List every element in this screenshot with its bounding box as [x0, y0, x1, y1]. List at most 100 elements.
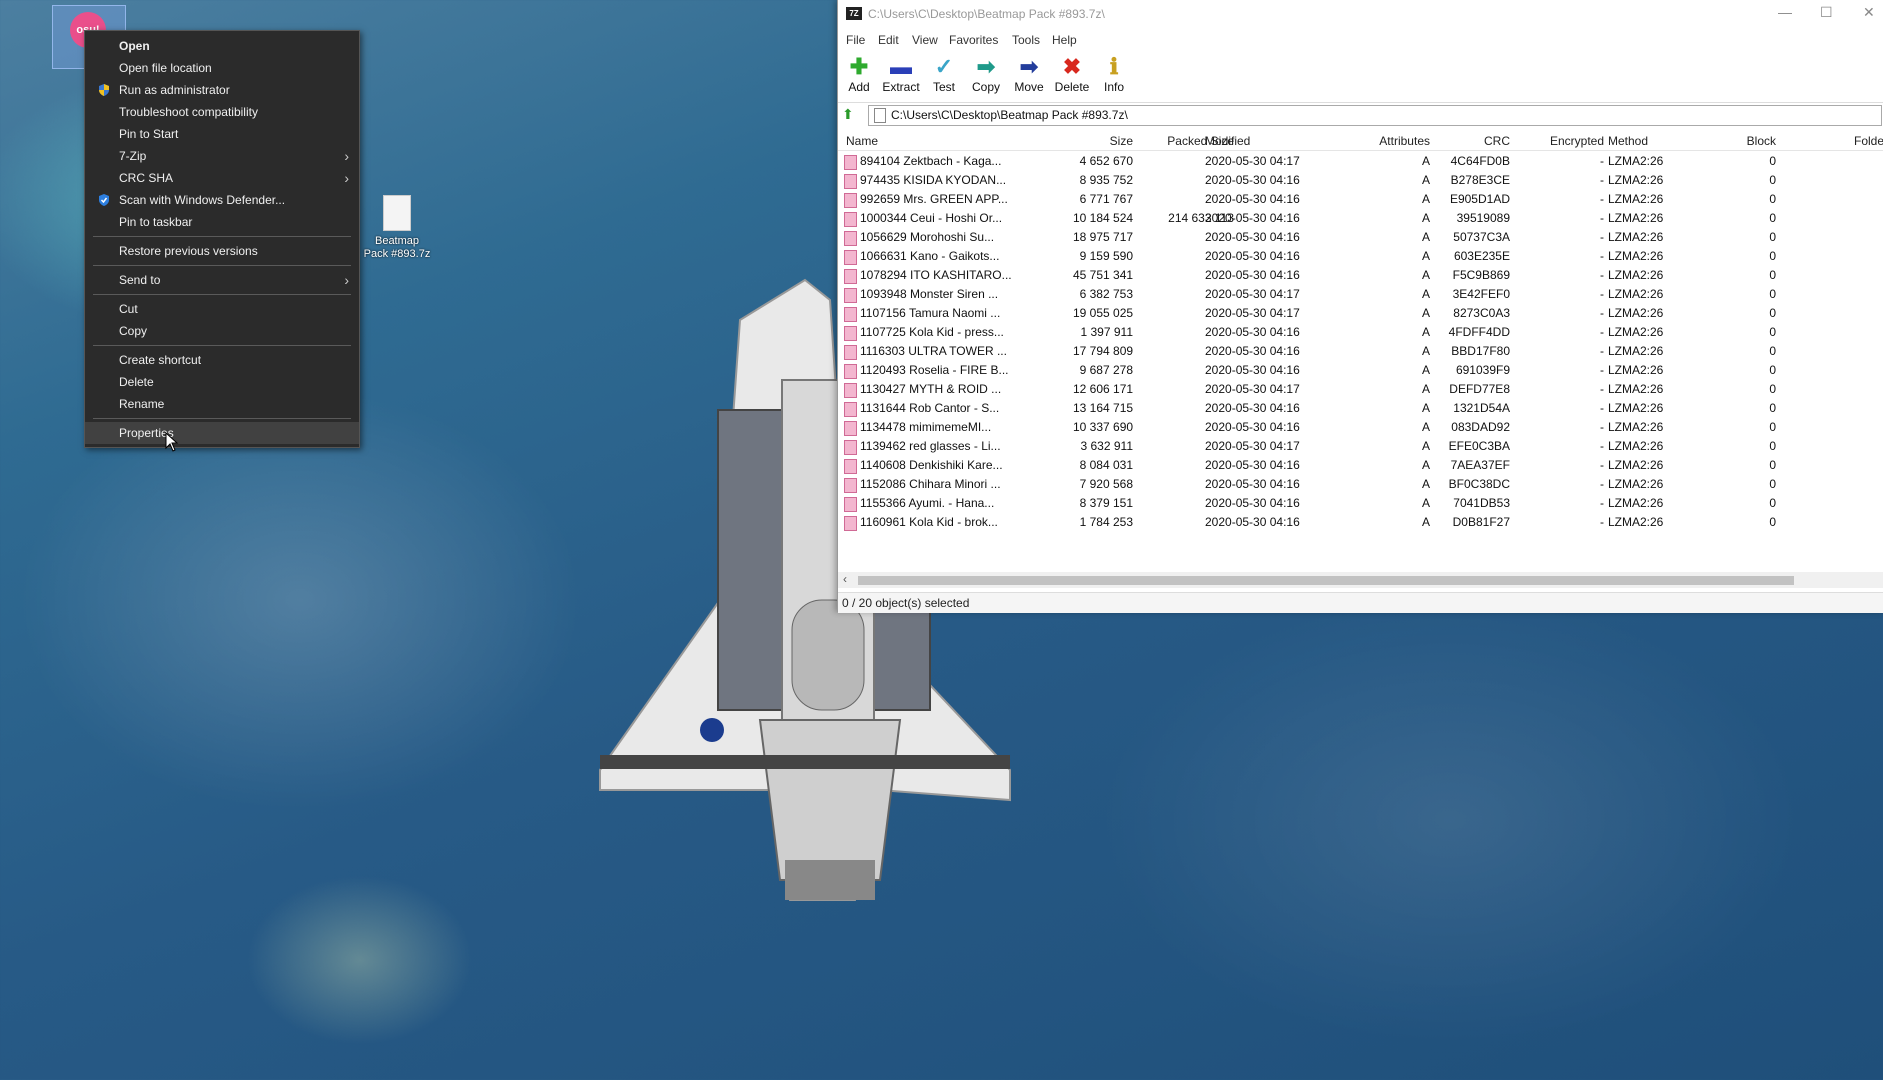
column-header-method[interactable]: Method: [1608, 134, 1648, 148]
osz-file-icon: [844, 402, 857, 417]
beatmap-pack-desktop-file[interactable]: Beatmap Pack #893.7z: [360, 195, 434, 261]
menu-item-scan-windows-defender[interactable]: Scan with Windows Defender...: [85, 189, 359, 211]
minimize-button[interactable]: —: [1778, 4, 1792, 20]
menu-file[interactable]: File: [846, 33, 865, 47]
menu-item-crc-sha[interactable]: CRC SHA ›: [85, 167, 359, 189]
table-row[interactable]: 1155366 Ayumi. - Hana... 8 379 151 2020-05…: [838, 494, 1883, 513]
extract-button[interactable]: ▬ Extract: [880, 54, 922, 100]
cell-crc: 7041DB53: [1453, 496, 1510, 510]
scrollbar-thumb[interactable]: [858, 576, 1794, 585]
menu-tools[interactable]: Tools: [1012, 33, 1040, 47]
menu-item-pin-to-taskbar[interactable]: Pin to taskbar: [85, 211, 359, 233]
menu-item-send-to[interactable]: Send to ›: [85, 269, 359, 291]
file-icon: [383, 195, 411, 231]
cell-modified: 2020-05-30 04:16: [1205, 344, 1300, 358]
table-row[interactable]: 1000344 Ceui - Hoshi Or... 10 184 524 214 …: [838, 209, 1883, 228]
cell-modified: 2020-05-30 04:17: [1205, 154, 1300, 168]
column-header-folders[interactable]: Folders: [1854, 134, 1883, 148]
table-row[interactable]: 1078294 ITO KASHITARO... 45 751 341 2020-0…: [838, 266, 1883, 285]
table-row[interactable]: 974435 KISIDA KYODAN... 8 935 752 2020-05-…: [838, 171, 1883, 190]
column-header-encrypted[interactable]: Encrypted: [1518, 134, 1604, 148]
info-button[interactable]: ℹ Info: [1093, 54, 1135, 100]
cell-block: 0: [1769, 192, 1776, 206]
table-row[interactable]: 1107156 Tamura Naomi ... 19 055 025 2020-0…: [838, 304, 1883, 323]
cell-attributes: A: [1421, 458, 1430, 472]
maximize-button[interactable]: ☐: [1820, 4, 1833, 21]
cell-size: 4 652 670: [1079, 154, 1133, 168]
column-header-crc[interactable]: CRC: [1438, 134, 1510, 148]
table-row[interactable]: 1093948 Monster Siren ... 6 382 753 2020-0…: [838, 285, 1883, 304]
menu-item-cut[interactable]: Cut: [85, 298, 359, 320]
cell-attributes: A: [1421, 401, 1430, 415]
column-header-block[interactable]: Block: [1718, 134, 1776, 148]
column-header-name[interactable]: Name: [846, 134, 878, 148]
table-row[interactable]: 1120493 Roselia - FIRE B... 9 687 278 2020…: [838, 361, 1883, 380]
menu-view[interactable]: View: [912, 33, 938, 47]
menu-favorites[interactable]: Favorites: [949, 33, 998, 47]
cell-size: 9 159 590: [1079, 249, 1133, 263]
osz-file-icon: [844, 155, 857, 170]
table-row[interactable]: 1140608 Denkishiki Kare... 8 084 031 2020-…: [838, 456, 1883, 475]
folder-up-icon[interactable]: ⬆: [842, 106, 854, 123]
menu-edit[interactable]: Edit: [878, 33, 899, 47]
table-row[interactable]: 1131644 Rob Cantor - S... 13 164 715 2020-…: [838, 399, 1883, 418]
table-row[interactable]: 1152086 Chihara Minori ... 7 920 568 2020-…: [838, 475, 1883, 494]
move-button[interactable]: ➡ Move: [1008, 54, 1050, 100]
table-row[interactable]: 992659 Mrs. GREEN APP... 6 771 767 2020-05…: [838, 190, 1883, 209]
cell-name: 1120493 Roselia - FIRE B...: [860, 363, 1009, 377]
menu-item-create-shortcut[interactable]: Create shortcut: [85, 349, 359, 371]
table-row[interactable]: 1134478 mimimemeMI... 10 337 690 2020-05-3…: [838, 418, 1883, 437]
move-label: Move: [1014, 80, 1044, 94]
menu-item-rename[interactable]: Rename: [85, 393, 359, 415]
cell-block: 0: [1769, 458, 1776, 472]
cell-size: 8 379 151: [1079, 496, 1133, 510]
table-row[interactable]: 1130427 MYTH & ROID ... 12 606 171 2020-05…: [838, 380, 1883, 399]
add-button[interactable]: ✚ Add: [838, 54, 880, 100]
menu-item-open-file-location[interactable]: Open file location: [85, 57, 359, 79]
table-row[interactable]: 1160961 Kola Kid - brok... 1 784 253 2020-…: [838, 513, 1883, 532]
menu-help[interactable]: Help: [1052, 33, 1077, 47]
menu-item-delete[interactable]: Delete: [85, 371, 359, 393]
osz-file-icon: [844, 440, 857, 455]
move-arrow-icon: ➡: [1019, 54, 1039, 79]
column-header-attributes[interactable]: Attributes: [1330, 134, 1430, 148]
cell-crc: 8273C0A3: [1453, 306, 1510, 320]
table-row[interactable]: 1056629 Morohoshi Su... 18 975 717 2020-05…: [838, 228, 1883, 247]
horizontal-scrollbar[interactable]: ‹: [838, 572, 1883, 588]
table-row[interactable]: 1066631 Kano - Gaikots... 9 159 590 2020-0…: [838, 247, 1883, 266]
cell-modified: 2020-05-30 04:17: [1205, 306, 1300, 320]
menu-item-run-as-administrator[interactable]: Run as administrator: [85, 79, 359, 101]
menu-item-label: Troubleshoot compatibility: [119, 105, 258, 119]
column-header-size[interactable]: Size: [1073, 134, 1133, 148]
cell-modified: 2020-05-30 04:16: [1205, 325, 1300, 339]
test-button[interactable]: ✓ Test: [923, 54, 965, 100]
extract-label: Extract: [882, 80, 920, 94]
menu-item-properties[interactable]: Properties: [85, 422, 359, 444]
table-row[interactable]: 894104 Zektbach - Kaga... 4 652 670 2020-0…: [838, 152, 1883, 171]
title-bar[interactable]: 7Z C:\Users\C\Desktop\Beatmap Pack #893.…: [838, 0, 1883, 28]
cell-block: 0: [1769, 287, 1776, 301]
menu-item-pin-to-start[interactable]: Pin to Start: [85, 123, 359, 145]
cell-block: 0: [1769, 173, 1776, 187]
scroll-left-arrow-icon[interactable]: ‹: [843, 572, 847, 586]
delete-button[interactable]: ✖ Delete: [1051, 54, 1093, 100]
cell-attributes: A: [1421, 268, 1430, 282]
cell-name: 974435 KISIDA KYODAN...: [860, 173, 1007, 187]
menu-item-open[interactable]: Open: [85, 35, 359, 57]
table-row[interactable]: 1116303 ULTRA TOWER ... 17 794 809 2020-05…: [838, 342, 1883, 361]
menu-item-copy[interactable]: Copy: [85, 320, 359, 342]
path-field[interactable]: C:\Users\C\Desktop\Beatmap Pack #893.7z\: [868, 105, 1882, 126]
close-button[interactable]: ✕: [1863, 4, 1875, 21]
menu-item-7zip[interactable]: 7-Zip ›: [85, 145, 359, 167]
cell-encrypted: -: [1600, 420, 1604, 434]
menu-item-troubleshoot-compatibility[interactable]: Troubleshoot compatibility: [85, 101, 359, 123]
cell-name: 1152086 Chihara Minori ...: [860, 477, 1001, 491]
column-header-modified[interactable]: Modified: [1205, 134, 1250, 148]
menu-item-label: Open file location: [119, 61, 212, 75]
table-row[interactable]: 1107725 Kola Kid - press... 1 397 911 2020…: [838, 323, 1883, 342]
menu-item-restore-previous-versions[interactable]: Restore previous versions: [85, 240, 359, 262]
table-row[interactable]: 1139462 red glasses - Li... 3 632 911 2020…: [838, 437, 1883, 456]
copy-button[interactable]: ➡ Copy: [965, 54, 1007, 100]
cell-modified: 2020-05-30 04:16: [1205, 420, 1300, 434]
cell-block: 0: [1769, 154, 1776, 168]
